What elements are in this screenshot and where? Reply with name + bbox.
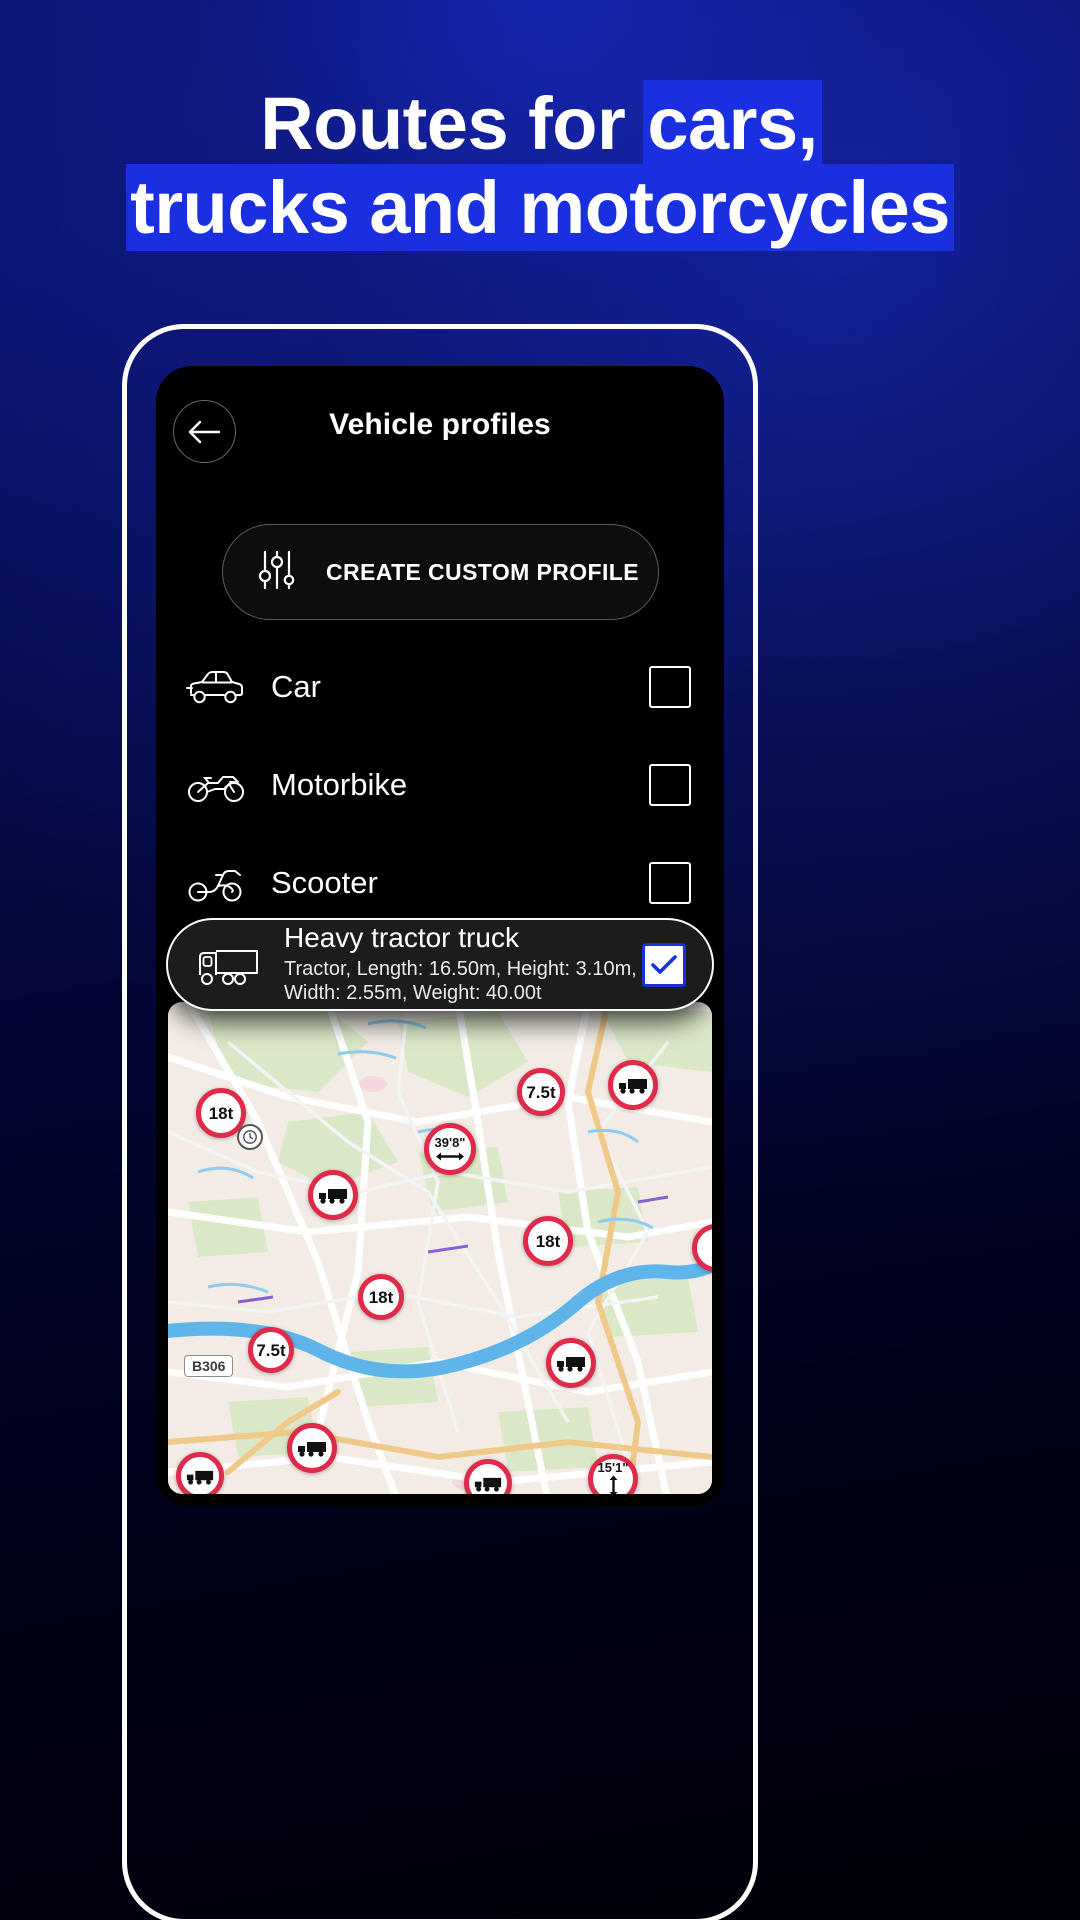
truck-glyph-icon [557, 1357, 585, 1372]
no-truck-sign[interactable] [287, 1423, 337, 1473]
truck-icon [190, 942, 268, 988]
sign-text: 18t [208, 1103, 234, 1123]
vehicle-row-car[interactable]: Car [156, 638, 724, 736]
truck-glyph-icon [319, 1189, 347, 1204]
weight-limit-sign[interactable]: 18t [523, 1216, 573, 1266]
headline-highlight-2: trucks and motorcycles [128, 165, 952, 249]
vehicle-row-heavy-tractor-truck[interactable]: Heavy tractor truck Tractor, Length: 16.… [166, 918, 714, 1011]
create-custom-profile-label: CREATE CUSTOM PROFILE [326, 558, 639, 585]
no-truck-sign[interactable] [308, 1170, 358, 1220]
vehicle-checkbox-car[interactable] [649, 666, 691, 708]
sign-text: 39'8" [434, 1135, 466, 1150]
width-limit-sign[interactable]: 39'8" [424, 1123, 476, 1175]
truck-text-block: Heavy tractor truck Tractor, Length: 16.… [284, 923, 642, 1005]
truck-glyph-icon [298, 1442, 326, 1457]
car-icon [176, 667, 256, 707]
sign-text: 15'1" [597, 1460, 629, 1475]
scooter-icon [176, 862, 256, 904]
sign-text: 7.5t [256, 1340, 286, 1360]
sign-text: 18t [535, 1231, 561, 1251]
vehicle-label: Car [271, 669, 321, 704]
headline-line-2: trucks and motorcycles [0, 165, 1080, 250]
width-arrow-icon [436, 1152, 464, 1161]
headline-plain-text: Routes for [260, 82, 646, 165]
vehicle-profile-list: Car Motorbike Scooter [156, 638, 724, 932]
headline-line-1: Routes for cars, [0, 82, 1080, 166]
phone-screen: Vehicle profiles CREATE CUSTOM PROFILE C… [156, 366, 724, 1506]
map-view[interactable]: B306 18t 7.5t 39'8" 18t 18t 7.5t 15'1" [168, 1002, 712, 1494]
vehicle-checkbox-motorbike[interactable] [649, 764, 691, 806]
vehicle-checkbox-heavy-tractor-truck[interactable] [642, 942, 686, 987]
check-icon [651, 954, 677, 974]
sliders-icon [258, 548, 296, 597]
sign-text: 7.5t [526, 1082, 556, 1102]
no-truck-sign[interactable] [176, 1452, 224, 1494]
weight-limit-sign[interactable]: 7.5t [248, 1327, 294, 1373]
truck-details-line-2: Width: 2.55m, Weight: 40.00t [284, 982, 542, 1005]
sign-text: 18t [368, 1287, 394, 1307]
weight-limit-sign[interactable]: 18t [358, 1274, 404, 1320]
page-headline: Routes for cars, trucks and motorcycles [0, 82, 1080, 249]
truck-glyph-icon [186, 1470, 214, 1485]
vehicle-label: Motorbike [271, 767, 408, 802]
truck-glyph-icon [619, 1079, 647, 1094]
road-label-b306: B306 [184, 1355, 234, 1377]
page-title: Vehicle profiles [329, 408, 551, 441]
motorbike-icon [176, 765, 256, 805]
vehicle-label: Scooter [271, 865, 378, 900]
weight-limit-sign[interactable]: 7.5t [517, 1068, 565, 1116]
app-header: Vehicle profiles [156, 366, 724, 484]
vehicle-checkbox-scooter[interactable] [649, 862, 691, 904]
no-truck-sign[interactable] [608, 1060, 658, 1110]
truck-title: Heavy tractor truck [284, 922, 519, 954]
truck-glyph-icon [474, 1477, 502, 1492]
height-arrow-icon [609, 1475, 617, 1494]
vehicle-row-motorbike[interactable]: Motorbike [156, 736, 724, 834]
headline-highlight-1: cars, [645, 82, 820, 165]
no-truck-sign[interactable] [546, 1338, 596, 1388]
truck-details-line-1: Tractor, Length: 16.50m, Height: 3.10m, [284, 957, 637, 980]
time-restriction-icon [237, 1124, 263, 1150]
create-custom-profile-button[interactable]: CREATE CUSTOM PROFILE [222, 524, 659, 620]
